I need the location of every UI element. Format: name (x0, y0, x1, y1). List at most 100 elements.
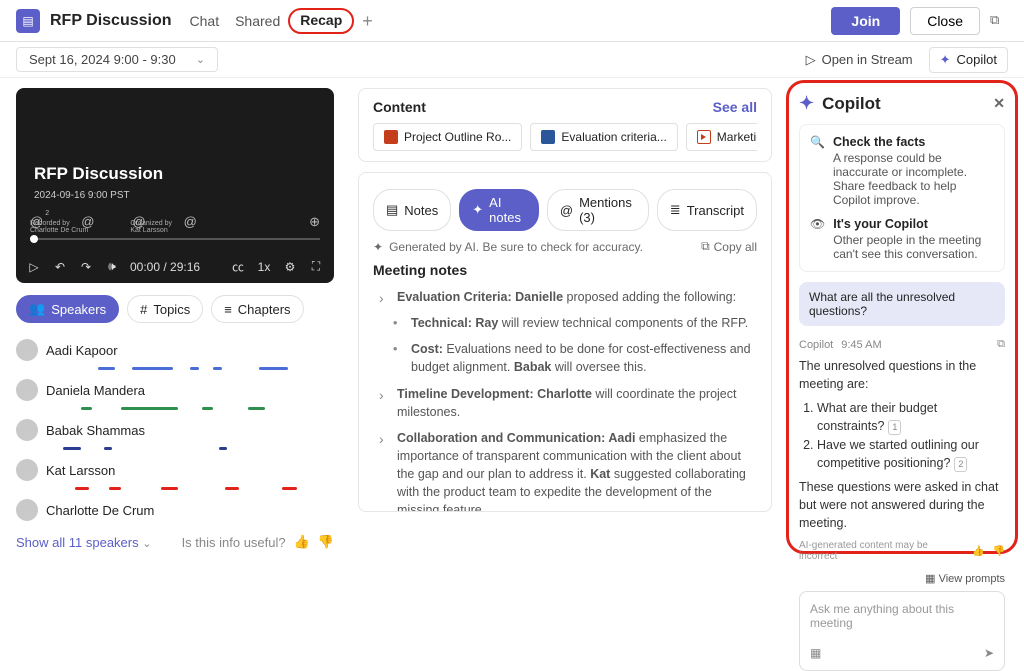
content-card: Content See all Project Outline Ro... Ev… (358, 88, 772, 162)
popout-icon[interactable]: ⧉ (990, 12, 1008, 30)
recording-player[interactable]: RFP Discussion 2024-09-16 9:00 PST Recor… (16, 88, 334, 283)
speakers-tab[interactable]: 👥Speakers (16, 295, 119, 323)
thumbs-up-icon[interactable]: 👍 (294, 534, 310, 550)
powerpoint-icon (384, 130, 398, 144)
rewind-icon[interactable]: ↶ (52, 260, 68, 274)
ai-disclaimer: AI-generated content may be incorrect (799, 540, 964, 562)
content-doc[interactable]: Evaluation criteria... (530, 123, 677, 151)
user-message: What are all the unresolved questions? (799, 282, 1005, 326)
mention-icon: @ (81, 214, 94, 230)
send-icon[interactable]: ➤ (984, 646, 994, 660)
hash-icon: # (140, 302, 147, 317)
captions-icon[interactable]: ㏄ (230, 258, 246, 275)
notes-tab[interactable]: ▤Notes (373, 189, 451, 231)
grid-icon[interactable]: ▦ (810, 646, 821, 660)
subheader: Sept 16, 2024 9:00 - 9:30 ⌄ ▷ Open in St… (0, 42, 1024, 78)
mention-icon: @ (132, 214, 145, 230)
avatar (16, 339, 38, 361)
own-heading: It's your Copilot (833, 217, 994, 231)
tab-shared[interactable]: Shared (235, 13, 280, 29)
avatar (16, 419, 38, 441)
speaker-row[interactable]: Charlotte De Crum (16, 499, 334, 521)
copy-icon[interactable]: ⧉ (997, 338, 1005, 351)
volume-icon[interactable]: 🕪 (104, 259, 120, 274)
copy-all-button[interactable]: ⧉Copy all (701, 239, 757, 254)
see-all-link[interactable]: See all (713, 99, 757, 115)
avatar (16, 379, 38, 401)
stream-icon: ▷ (806, 52, 816, 68)
avatar (16, 459, 38, 481)
chapters-tab[interactable]: ≡Chapters (211, 295, 303, 323)
note-item[interactable]: Collaboration and Communication: Aadi em… (387, 425, 757, 512)
transcript-tab[interactable]: ≣Transcript (657, 189, 757, 231)
note-icon: ▤ (386, 202, 398, 218)
chevron-down-icon: ⌄ (196, 53, 205, 66)
tab-chat[interactable]: Chat (190, 13, 220, 29)
forward-icon[interactable]: ↷ (78, 260, 94, 274)
facts-body: A response could be inaccurate or incomp… (833, 151, 967, 207)
date-text: Sept 16, 2024 9:00 - 9:30 (29, 52, 176, 67)
citation-badge[interactable]: 1 (888, 420, 901, 435)
view-prompts-link[interactable]: ▦ View prompts (799, 562, 1005, 585)
join-button[interactable]: Join (831, 7, 900, 35)
note-item: Cost: Evaluations need to be done for co… (401, 336, 757, 380)
rate-button[interactable]: 1x (256, 260, 272, 274)
video-timeline[interactable] (30, 238, 320, 240)
thumbs-down-icon[interactable]: 👎 (993, 546, 1005, 557)
thumbs-down-icon[interactable]: 👎 (318, 534, 334, 550)
topics-tab[interactable]: #Topics (127, 295, 203, 323)
copilot-panel: ✦ Copilot ✕ 🔍 Check the facts A response … (786, 80, 1018, 554)
left-column: RFP Discussion 2024-09-16 9:00 PST Recor… (0, 78, 348, 560)
search-icon: 🔍 (810, 135, 825, 207)
copy-icon: ⧉ (701, 239, 710, 254)
content-doc[interactable]: Marketing demo f... (686, 123, 757, 151)
note-item[interactable]: Evaluation Criteria: Danielle proposed a… (387, 284, 757, 310)
middle-column: Content See all Project Outline Ro... Ev… (348, 78, 786, 560)
content-doc[interactable]: Project Outline Ro... (373, 123, 522, 151)
speaker-row[interactable]: Babak Shammas (16, 419, 334, 441)
app-icon: ▤ (16, 9, 40, 33)
date-picker[interactable]: Sept 16, 2024 9:00 - 9:30 ⌄ (16, 47, 218, 72)
at-icon: @ (560, 203, 573, 218)
fullscreen-icon[interactable]: ⛶ (308, 259, 324, 274)
mentions-tab[interactable]: @Mentions (3) (547, 189, 649, 231)
note-item[interactable]: Timeline Development: Charlotte will coo… (387, 381, 757, 425)
play-icon[interactable]: ▷ (26, 260, 42, 274)
video-title: RFP Discussion (34, 164, 163, 184)
add-person-icon: ⊕ (309, 214, 320, 230)
mention-row: @2 @ @ @ ⊕ (30, 214, 320, 230)
close-icon[interactable]: ✕ (993, 95, 1005, 112)
ai-notes-tab[interactable]: ✦AI notes (459, 189, 539, 231)
close-button[interactable]: Close (910, 7, 980, 35)
settings-icon[interactable]: ⚙ (282, 260, 298, 274)
copilot-input[interactable]: Ask me anything about this meeting ▦ ➤ (799, 591, 1005, 671)
meeting-notes-heading: Meeting notes (373, 262, 757, 278)
speaker-row[interactable]: Kat Larsson (16, 459, 334, 481)
own-body: Other people in the meeting can't see th… (833, 233, 981, 261)
word-icon (541, 130, 555, 144)
mention-icon: @2 (30, 214, 43, 230)
speaker-row[interactable]: Aadi Kapoor (16, 339, 334, 361)
copilot-response: The unresolved questions in the meeting … (799, 357, 1005, 532)
copilot-toggle[interactable]: ✦ Copilot (929, 47, 1008, 73)
facts-heading: Check the facts (833, 135, 994, 149)
copilot-sender: Copilot (799, 339, 833, 351)
sparkle-icon: ✦ (940, 52, 951, 68)
citation-badge[interactable]: 2 (954, 457, 967, 472)
mention-icon: @ (184, 214, 197, 230)
speaker-row[interactable]: Daniela Mandera (16, 379, 334, 401)
tab-recap[interactable]: Recap (288, 8, 354, 34)
note-item: Technical: Ray will review technical com… (401, 310, 757, 336)
recording-icon (697, 130, 711, 144)
open-in-stream[interactable]: ▷ Open in Stream (806, 52, 913, 68)
thumbs-up-icon[interactable]: 👍 (972, 546, 984, 557)
show-all-speakers[interactable]: Show all 11 speakers ⌄ (16, 535, 151, 550)
meeting-header: ▤ RFP Discussion Chat Shared Recap + Joi… (0, 0, 1024, 42)
copilot-icon: ✦ (799, 93, 814, 114)
ai-disclaimer: Generated by AI. Be sure to check for ac… (389, 240, 643, 254)
list-icon: ≡ (224, 302, 232, 317)
bulb-icon: ✦ (373, 240, 383, 254)
transcript-icon: ≣ (670, 202, 681, 218)
add-tab-button[interactable]: + (362, 12, 373, 30)
copilot-title: Copilot (822, 94, 881, 114)
